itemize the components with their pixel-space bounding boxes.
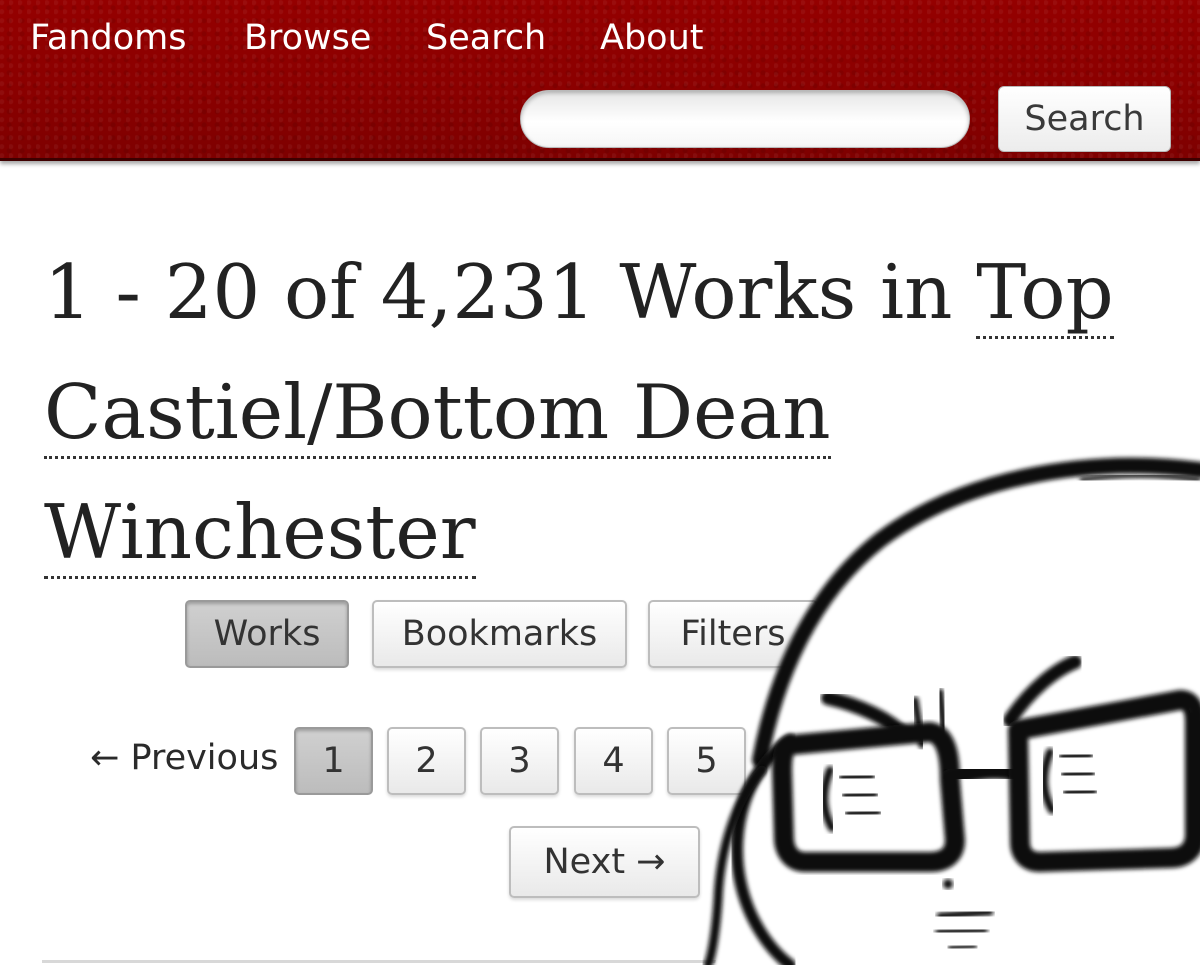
page-1-current: 1	[294, 727, 373, 795]
page-title: 1 - 20 of 4,231 Works in Top Castiel/Bot…	[44, 232, 1164, 592]
tab-works[interactable]: Works	[185, 600, 349, 668]
tab-filters[interactable]: Filters	[648, 600, 818, 668]
nav-fandoms[interactable]: Fandoms	[30, 14, 187, 62]
search-input[interactable]	[520, 90, 970, 148]
site-header: Fandoms Browse Search About Search	[0, 0, 1200, 161]
works-count-text: 1 - 20 of 4,231 Works in	[44, 248, 977, 336]
nav-search[interactable]: Search	[426, 14, 546, 62]
nav-about[interactable]: About	[600, 14, 703, 62]
divider	[42, 960, 1200, 963]
tab-bookmarks[interactable]: Bookmarks	[372, 600, 627, 668]
previous-link[interactable]: ← Previous	[90, 732, 278, 784]
search-button[interactable]: Search	[998, 86, 1171, 152]
page-5-button[interactable]: 5	[667, 727, 746, 795]
nav-browse[interactable]: Browse	[244, 14, 371, 62]
page-4-button[interactable]: 4	[574, 727, 653, 795]
page-2-button[interactable]: 2	[387, 727, 466, 795]
next-button[interactable]: Next →	[509, 826, 700, 898]
page-3-button[interactable]: 3	[480, 727, 559, 795]
